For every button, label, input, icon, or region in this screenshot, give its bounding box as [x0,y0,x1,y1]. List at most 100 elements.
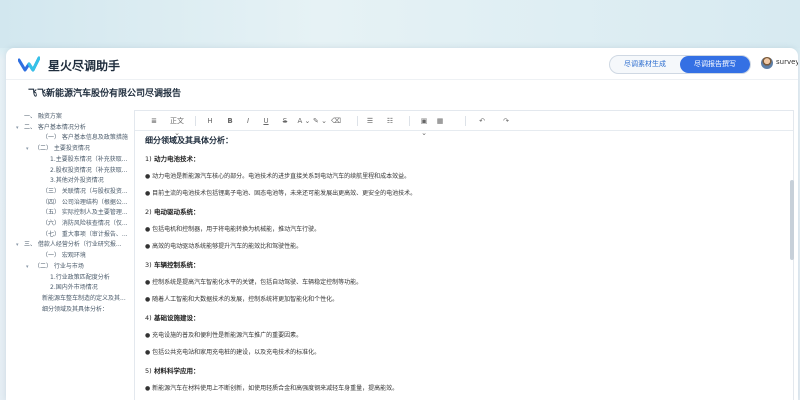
page-background [0,0,800,48]
format-icon[interactable]: ≣ [149,115,159,127]
bullet-paragraph: ● 高效的电动驱动系统能够提升汽车的能效比和驾驶性能。 [145,243,303,250]
document-title: 飞飞新能源汽车股份有限公司尽调报告 [28,89,182,99]
app-header: 星火尽调助手 尽调素材生成 尽调报告撰写 survey∨ [6,48,798,80]
subsection-number: 5) [145,367,152,375]
chevron-down-icon: ▾ [26,146,29,153]
editor-toolbar: ≣ 正文 ⌄ H B I U S A ⌄ ✎ ⌄ ⌫ ☰ ☷ ▣ ⌄ ▦ ↶ ↷ [135,111,793,137]
subsection-title: 材料科学应用： [153,367,200,375]
sidebar-item[interactable]: ▾ 二、 客户基本情况分析 [16,123,86,133]
subsection-heading: 1) 动力电池技术： [145,153,199,163]
logo-icon [18,56,40,72]
ordered-list-icon[interactable]: ☰ [365,115,375,127]
subsection-title: 电动驱动系统： [153,208,200,216]
sidebar-item-label: 1.主要股东情况（补充获取... [50,155,128,163]
sidebar-item[interactable]: 新能源车整车制造的定义及其... [42,294,126,304]
toolbar-separator [409,116,410,126]
sidebar-item-label: 一、 融资方案 [24,113,62,120]
toolbar-separator [465,116,466,126]
sidebar-item-label: 2.股权投资情况（补充获取... [50,166,128,174]
subsection-heading: 3) 车辆控制系统： [145,259,199,269]
sidebar-item[interactable]: （七） 重大事项（审计报告、... [42,230,128,240]
underline-icon[interactable]: U [261,115,271,127]
avatar[interactable] [761,57,773,69]
toolbar-separator [195,116,196,126]
outline-sidebar: 一、 融资方案 ▾ 二、 客户基本情况分析 （一） 客户基本信息及政策措施 ▾ （二） 主… [6,110,134,400]
subsection-title: 基础设施建设： [153,314,200,322]
sidebar-item[interactable]: （一） 宏观环境 [42,251,86,261]
scrollbar[interactable] [790,180,794,260]
chevron-down-icon: ▾ [16,242,19,249]
subsection-number: 1) [145,155,152,163]
sidebar-item[interactable]: ▾ （二） 行业与市场 [26,262,84,272]
unordered-list-icon[interactable]: ☷ [385,115,395,127]
chevron-down-icon: ▾ [16,124,19,131]
sidebar-item-label: （三） 关联情况（与股权投资... [42,187,128,195]
sidebar-item-label: 细分领域及其具体分析： [42,305,109,313]
sidebar-item[interactable]: 1.主要股东情况（补充获取... [50,155,127,165]
sidebar-item-label: （一） 宏观环境 [42,252,86,260]
bullet-paragraph: ● 充电设施的普及和便利性是新能源汽车推广的重要因素。 [145,332,303,339]
bold-icon[interactable]: B [225,115,235,127]
bullet-paragraph: ● 随着人工智能和大数据技术的发展，控制系统将更加智能化和个性化。 [145,296,339,303]
sidebar-item[interactable]: 细分领域及其具体分析： [42,305,108,315]
user-menu[interactable]: survey∨ [776,58,798,66]
sidebar-item-label: 二、 客户基本情况分析 [24,123,86,131]
eraser-icon[interactable]: ⌫ [331,115,341,127]
sidebar-item[interactable]: ▾ （二） 主要投资情况 [26,144,90,154]
sidebar-item-label: 3.其他对外投资情况 [50,177,104,185]
table-icon[interactable]: ▦ [435,115,445,127]
sidebar-item-label: （五） 实际控制人及主要管理... [42,209,128,217]
tab-report-writing[interactable]: 尽调报告撰写 [680,56,750,73]
toolbar-separator [357,116,358,126]
tab-material-generation[interactable]: 尽调素材生成 [610,56,680,73]
subsection-number: 4) [145,314,152,322]
sidebar-item-label: （一） 客户基本信息及政策措施 [42,134,128,142]
sidebar-item-label: （二） 行业与市场 [34,262,84,270]
bullet-paragraph: ● 控制系统是提高汽车智能化水平的关键，包括自动驾驶、车辆稳定控制等功能。 [145,279,363,286]
bullet-paragraph: ● 目前主流的电池技术包括锂离子电池、固态电池等，未来还可能发展出更高效、更安全… [145,190,417,197]
sidebar-item-label: 1.行业政策匹配度分析 [50,273,110,281]
sidebar-item-label: （七） 重大事项（审计报告、... [42,230,128,238]
sidebar-item[interactable]: 2.股权投资情况（补充获取... [50,166,127,176]
sidebar-item-label: （二） 主要投资情况 [34,145,90,153]
redo-icon[interactable]: ↷ [501,115,511,127]
sidebar-item[interactable]: 1.行业政策匹配度分析 [50,273,110,283]
subsection-number: 2) [145,208,152,216]
sidebar-item[interactable]: （五） 实际控制人及主要管理... [42,208,128,218]
subsection-heading: 4) 基础设施建设： [145,312,199,322]
italic-icon[interactable]: I [243,115,253,127]
sidebar-item[interactable]: （四） 公司治理结构（根据公... [42,198,128,208]
section-heading: 细分领域及其具体分析： [145,136,233,145]
sidebar-item-label: 三、 借款人经营分析（行业研究报... [24,241,122,249]
subsection-heading: 5) 材料科学应用： [145,365,199,375]
text-color-icon[interactable]: A ⌄ [297,115,311,127]
sidebar-item[interactable]: （六） 消防风险核查情况（仅... [42,219,128,229]
mode-switch: 尽调素材生成 尽调报告撰写 [609,55,751,74]
sidebar-item-label: 2.国内外市场情况 [50,284,98,292]
sidebar-item[interactable]: 一、 融资方案 [24,112,62,122]
bullet-paragraph: ● 包括电机和控制器，用于将电能转换为机械能，推动汽车行驶。 [145,226,321,233]
app-title: 星火尽调助手 [48,59,121,73]
sidebar-item[interactable]: 2.国内外市场情况 [50,283,98,293]
bullet-paragraph: ● 包括公共充电站和家用充电桩的建设，以及充电技术的标准化。 [145,349,321,356]
sidebar-item[interactable]: ▾ 三、 借款人经营分析（行业研究报... [16,240,122,250]
subsection-title: 车辆控制系统： [153,261,200,269]
highlight-icon[interactable]: ✎ ⌄ [313,115,327,127]
sidebar-item[interactable]: （三） 关联情况（与股权投资... [42,187,128,197]
user-name: survey [776,58,798,66]
strikethrough-icon[interactable]: S [280,115,290,127]
sidebar-item-label: （六） 消防风险核查情况（仅... [42,220,128,227]
app-window: 星火尽调助手 尽调素材生成 尽调报告撰写 survey∨ 飞飞新能源汽车股份有限… [6,48,798,400]
sidebar-item-label: （四） 公司治理结构（根据公... [42,198,128,206]
heading-icon[interactable]: H [205,115,215,127]
undo-icon[interactable]: ↶ [477,115,487,127]
sidebar-item[interactable]: （一） 客户基本信息及政策措施 [42,133,128,143]
bullet-paragraph: ● 新能源汽车在材料使用上不断创新，如使用轻质合金和高强度钢来减轻车身重量，提高… [145,385,399,392]
subsection-title: 动力电池技术： [153,155,200,163]
sidebar-item-label: 新能源车整车制造的定义及其... [42,294,126,302]
sidebar-item[interactable]: 3.其他对外投资情况 [50,176,104,186]
text-style-dropdown[interactable]: 正文 ⌄ [167,115,187,137]
subsection-heading: 2) 电动驱动系统： [145,206,199,216]
chevron-down-icon: ▾ [26,263,29,270]
image-icon[interactable]: ▣ ⌄ [417,115,431,137]
